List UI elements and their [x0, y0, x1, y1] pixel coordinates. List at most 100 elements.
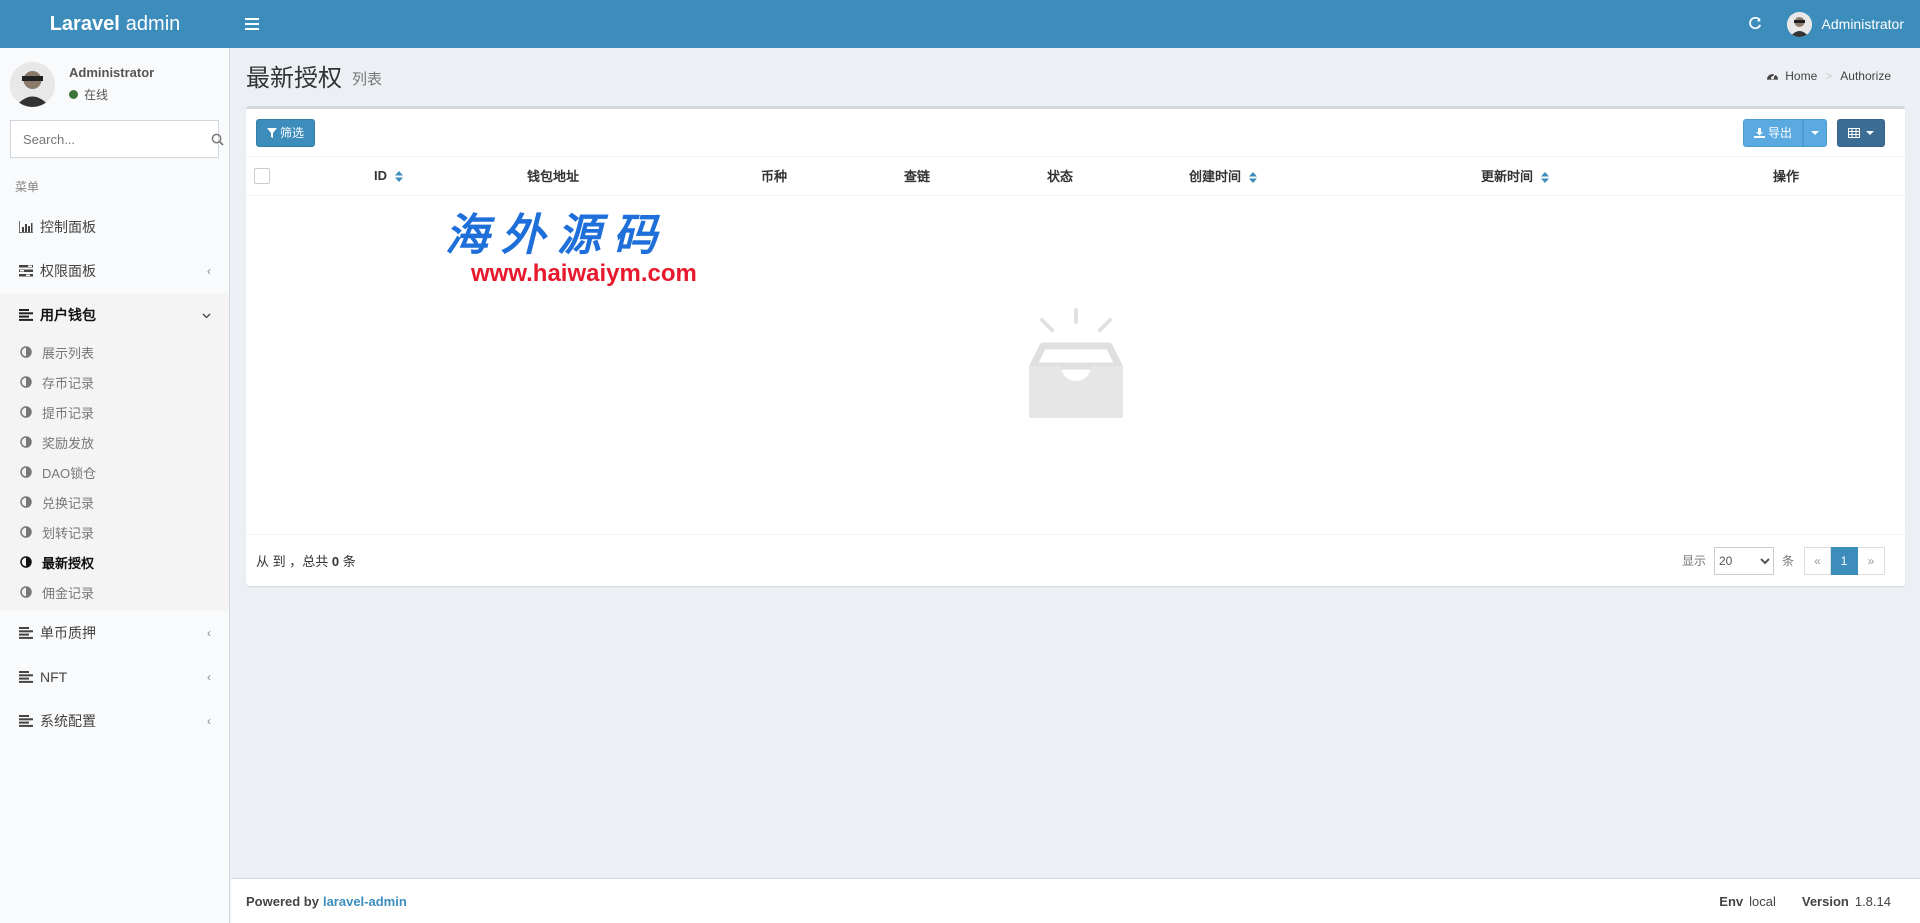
- sidebar-user-name: Administrator: [69, 65, 155, 80]
- avatar: [10, 61, 55, 107]
- adjust-icon: [20, 436, 32, 448]
- sidebar-subitem-deposit-records[interactable]: 存币记录: [0, 367, 229, 397]
- sidebar-item-system-config[interactable]: 系统配置 ‹: [0, 699, 229, 743]
- sidebar-subitem-label: 佣金记录: [42, 585, 95, 601]
- submenu-user-wallet: 展示列表 存币记录 提币记录 奖励发放 DAO锁仓 兑换记录 划转记录 最新授权…: [0, 337, 229, 611]
- export-button-label: 导出: [1767, 126, 1792, 140]
- user-status: 在线: [69, 86, 154, 103]
- page-title: 最新授权: [246, 65, 342, 92]
- column-header-coin: 币种: [761, 157, 904, 196]
- sidebar-subitem-label: 提币记录: [42, 405, 95, 421]
- top-navbar: Laravel admin Administrator: [0, 0, 1920, 48]
- grid-box: 筛选 导出 ID 钱包地址 币种 查链 状态 创建时间 更新时间 操作 海外源码…: [246, 106, 1905, 586]
- breadcrumb-current: Authorize: [1840, 68, 1891, 83]
- bars-icon: [18, 671, 34, 683]
- sidebar-subitem-exchange-records[interactable]: 兑换记录: [0, 487, 229, 517]
- column-header-label: 操作: [1773, 169, 1800, 185]
- sidebar-item-label: 权限面板: [40, 263, 96, 279]
- logo[interactable]: Laravel admin: [0, 0, 230, 48]
- sort-icon: [1540, 172, 1549, 184]
- column-header-chain-lookup: 查链: [904, 157, 1047, 196]
- bars-icon: [18, 715, 34, 727]
- search-button[interactable]: [211, 121, 224, 157]
- breadcrumb-separator: >: [1825, 68, 1833, 83]
- data-table: ID 钱包地址 币种 查链 状态 创建时间 更新时间 操作: [246, 157, 1905, 196]
- laravel-admin-link[interactable]: laravel-admin: [323, 894, 407, 909]
- summary-suffix: 条: [342, 554, 356, 569]
- sidebar-subitem-latest-authorize[interactable]: 最新授权: [0, 547, 229, 577]
- user-menu[interactable]: Administrator: [1775, 0, 1920, 48]
- sidebar-subitem-transfer-records[interactable]: 划转记录: [0, 517, 229, 547]
- avatar: [1786, 11, 1812, 37]
- column-header-label: 状态: [1047, 169, 1074, 185]
- adjust-icon: [20, 346, 32, 358]
- chevron-left-icon: ‹: [207, 670, 211, 684]
- sidebar-subitem-dao-lock[interactable]: DAO锁仓: [0, 457, 229, 487]
- select-all-checkbox[interactable]: [254, 168, 270, 185]
- user-status-text: 在线: [84, 88, 109, 102]
- column-header-wallet-address: 钱包地址: [527, 157, 761, 196]
- user-name: Administrator: [1821, 16, 1904, 32]
- prev-page-button[interactable]: «: [1804, 546, 1831, 575]
- sidebar-item-user-wallet[interactable]: 用户钱包: [0, 293, 229, 337]
- version-label: Version: [1801, 893, 1849, 909]
- column-header-created-at[interactable]: 创建时间: [1189, 157, 1481, 196]
- sidebar-item-single-coin-staking[interactable]: 单币质押 ‹: [0, 611, 229, 655]
- pagination: 显示 20 条 « 1 »: [1682, 546, 1895, 575]
- sidebar-subitem-label: 展示列表: [42, 345, 95, 361]
- sidebar-subitem-commission-records[interactable]: 佣金记录: [0, 577, 229, 607]
- chevron-left-icon: ‹: [207, 714, 211, 728]
- sidebar-item-label: NFT: [40, 669, 68, 685]
- per-page-select[interactable]: 20: [1713, 546, 1774, 575]
- filter-button[interactable]: 筛选: [256, 118, 316, 147]
- column-header-id[interactable]: ID: [374, 157, 527, 196]
- sidebar-toggle-button[interactable]: [230, 0, 274, 48]
- tasks-icon: [18, 265, 34, 277]
- sidebar-item-permissions[interactable]: 权限面板 ‹: [0, 249, 229, 293]
- column-header-label: 查链: [904, 169, 931, 185]
- page-button-current[interactable]: 1: [1831, 546, 1858, 575]
- breadcrumb-home-link[interactable]: Home: [1785, 69, 1817, 83]
- column-selector-button[interactable]: [1837, 118, 1885, 147]
- summary-total: 0: [331, 554, 340, 569]
- grid-footer: 从 到 ，总共 0 条 显示 20 条 « 1 »: [246, 534, 1905, 586]
- column-header-label: ID: [374, 168, 387, 184]
- select-all-cell: [246, 157, 374, 196]
- next-page-button[interactable]: »: [1858, 546, 1885, 575]
- column-header-updated-at[interactable]: 更新时间: [1481, 157, 1773, 196]
- main-footer: Powered by laravel-admin Env local Versi…: [231, 878, 1920, 923]
- sidebar-item-nft[interactable]: NFT ‹: [0, 655, 229, 699]
- logo-bold-text: Laravel: [49, 12, 120, 35]
- chevron-left-icon: ‹: [207, 264, 211, 278]
- bar-chart-icon: [18, 221, 34, 233]
- adjust-icon: [20, 466, 32, 478]
- watermark-title: 海外源码: [445, 210, 669, 261]
- adjust-icon: [20, 586, 32, 598]
- caret-down-icon: [1866, 130, 1874, 135]
- adjust-icon: [20, 526, 32, 538]
- column-header-label: 更新时间: [1481, 169, 1534, 185]
- sidebar-subitem-label: DAO锁仓: [42, 465, 97, 481]
- powered-by-text: Powered by: [246, 893, 319, 909]
- adjust-icon: [20, 496, 32, 508]
- sidebar-item-dashboard[interactable]: 控制面板: [0, 205, 229, 249]
- env-value: local: [1749, 893, 1776, 909]
- sidebar-subitem-display-list[interactable]: 展示列表: [0, 337, 229, 367]
- export-dropdown-toggle[interactable]: [1803, 118, 1827, 147]
- search-icon: [211, 133, 224, 146]
- filter-button-label: 筛选: [280, 126, 305, 140]
- refresh-button[interactable]: [1735, 0, 1775, 48]
- sidebar-item-label: 单币质押: [40, 625, 96, 641]
- empty-inbox-icon: [1028, 308, 1123, 418]
- column-header-label: 币种: [761, 169, 788, 185]
- sidebar-subitem-reward-distribution[interactable]: 奖励发放: [0, 427, 229, 457]
- user-panel: Administrator 在线: [0, 48, 229, 120]
- table-icon: [1848, 127, 1860, 138]
- export-button-group: 导出: [1742, 118, 1827, 147]
- breadcrumb: Home > Authorize: [1766, 69, 1891, 83]
- search-input[interactable]: [11, 121, 211, 157]
- caret-down-icon: [1811, 130, 1819, 135]
- sidebar-subitem-withdraw-records[interactable]: 提币记录: [0, 397, 229, 427]
- export-button[interactable]: 导出: [1742, 118, 1803, 147]
- column-header-status: 状态: [1047, 157, 1189, 196]
